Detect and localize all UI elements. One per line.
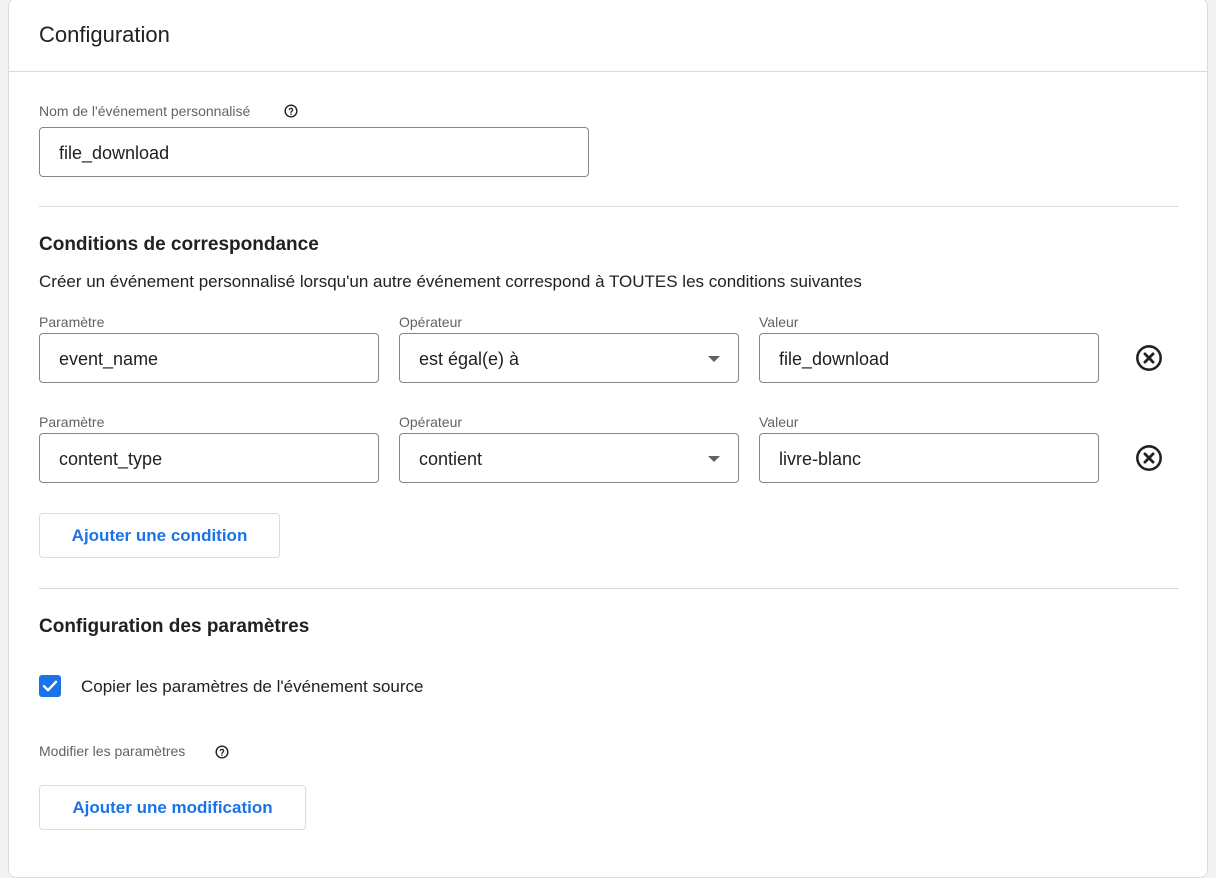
add-condition-button[interactable]: Ajouter une condition: [39, 513, 280, 558]
event-name-input[interactable]: file_download: [39, 127, 589, 177]
value-label: Valeur: [759, 414, 799, 430]
modify-params-label: Modifier les paramètres: [39, 743, 186, 759]
parameter-input[interactable]: event_name: [39, 333, 379, 383]
event-name-value: file_download: [59, 143, 170, 163]
configuration-card: Configuration Nom de l'événement personn…: [8, 0, 1208, 878]
dropdown-arrow-icon: [708, 356, 720, 362]
event-name-label: Nom de l'événement personnalisé: [39, 103, 251, 119]
close-circle-icon[interactable]: [1135, 444, 1163, 472]
conditions-title: Conditions de correspondance: [39, 234, 319, 255]
operator-label: Opérateur: [399, 314, 463, 330]
close-circle-icon[interactable]: [1135, 344, 1163, 372]
value-label: Valeur: [759, 314, 799, 330]
value-input[interactable]: file_download: [759, 333, 1099, 383]
divider: [39, 206, 1179, 207]
operator-value: est égal(e) à: [419, 349, 520, 369]
value-value: file_download: [779, 349, 890, 369]
divider: [39, 588, 1179, 589]
operator-select[interactable]: contient: [399, 433, 739, 483]
value-input[interactable]: livre-blanc: [759, 433, 1099, 483]
checkmark-icon: [42, 680, 58, 692]
parameter-value: event_name: [59, 349, 159, 369]
copy-params-checkbox[interactable]: [39, 675, 61, 697]
copy-params-label[interactable]: Copier les paramètres de l'événement sou…: [81, 677, 423, 697]
help-circle-icon[interactable]: [215, 745, 229, 759]
parameter-label: Paramètre: [39, 414, 105, 430]
params-title: Configuration des paramètres: [39, 616, 310, 637]
add-modification-button[interactable]: Ajouter une modification: [39, 785, 306, 830]
operator-value: contient: [419, 449, 483, 469]
conditions-description: Créer un événement personnalisé lorsqu'u…: [39, 272, 862, 291]
parameter-input[interactable]: content_type: [39, 433, 379, 483]
dropdown-arrow-icon: [708, 456, 720, 462]
help-circle-icon[interactable]: [284, 104, 298, 118]
parameter-label: Paramètre: [39, 314, 105, 330]
card-title: Configuration: [39, 22, 170, 47]
card-header: Configuration: [9, 0, 1207, 72]
value-value: livre-blanc: [779, 449, 862, 469]
operator-label: Opérateur: [399, 414, 463, 430]
parameter-value: content_type: [59, 449, 163, 469]
operator-select[interactable]: est égal(e) à: [399, 333, 739, 383]
